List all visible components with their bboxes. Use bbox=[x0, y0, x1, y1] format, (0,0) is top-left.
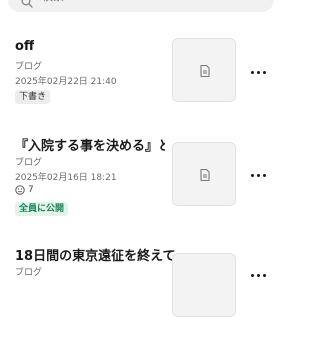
like-count-value: 7 bbox=[28, 185, 34, 195]
article-category: ブログ bbox=[15, 158, 43, 168]
article-title[interactable]: off bbox=[15, 39, 34, 54]
status-badge: 下書き bbox=[15, 90, 51, 104]
article-thumbnail[interactable] bbox=[172, 142, 236, 206]
article-item[interactable]: off ブログ 2025年02月22日 21:40 下書き bbox=[0, 38, 280, 149]
more-options-button[interactable] bbox=[246, 64, 270, 80]
article-date: 2025年02月16日 18:21 bbox=[15, 173, 117, 183]
article-item[interactable]: 『入院する事を決める』と… ブログ 2025年02月16日 18:21 7 全員… bbox=[0, 135, 280, 245]
more-dots-icon bbox=[250, 273, 254, 277]
document-icon bbox=[200, 168, 210, 182]
more-dots-icon bbox=[250, 173, 254, 177]
article-date: 2025年02月22日 21:40 bbox=[15, 77, 117, 87]
like-count: 7 bbox=[15, 185, 34, 195]
search-icon bbox=[21, 0, 33, 8]
article-item[interactable]: 18日間の東京遠征を終えて ブログ bbox=[0, 245, 280, 355]
article-title[interactable]: 18日間の東京遠征を終えて bbox=[15, 245, 175, 264]
article-title[interactable]: 『入院する事を決める』と… bbox=[15, 135, 165, 154]
article-category: ブログ bbox=[15, 268, 43, 278]
more-options-button[interactable] bbox=[246, 167, 270, 183]
smile-icon bbox=[15, 185, 25, 195]
document-icon bbox=[200, 64, 210, 78]
article-category: ブログ bbox=[15, 62, 43, 72]
search-bar[interactable] bbox=[8, 0, 274, 12]
more-options-button[interactable] bbox=[246, 267, 270, 283]
more-dots-icon bbox=[250, 70, 254, 74]
search-input[interactable] bbox=[42, 0, 192, 3]
article-thumbnail[interactable] bbox=[172, 38, 236, 102]
article-thumbnail[interactable] bbox=[172, 253, 236, 317]
visibility-badge: 全員に公開 bbox=[15, 202, 69, 216]
